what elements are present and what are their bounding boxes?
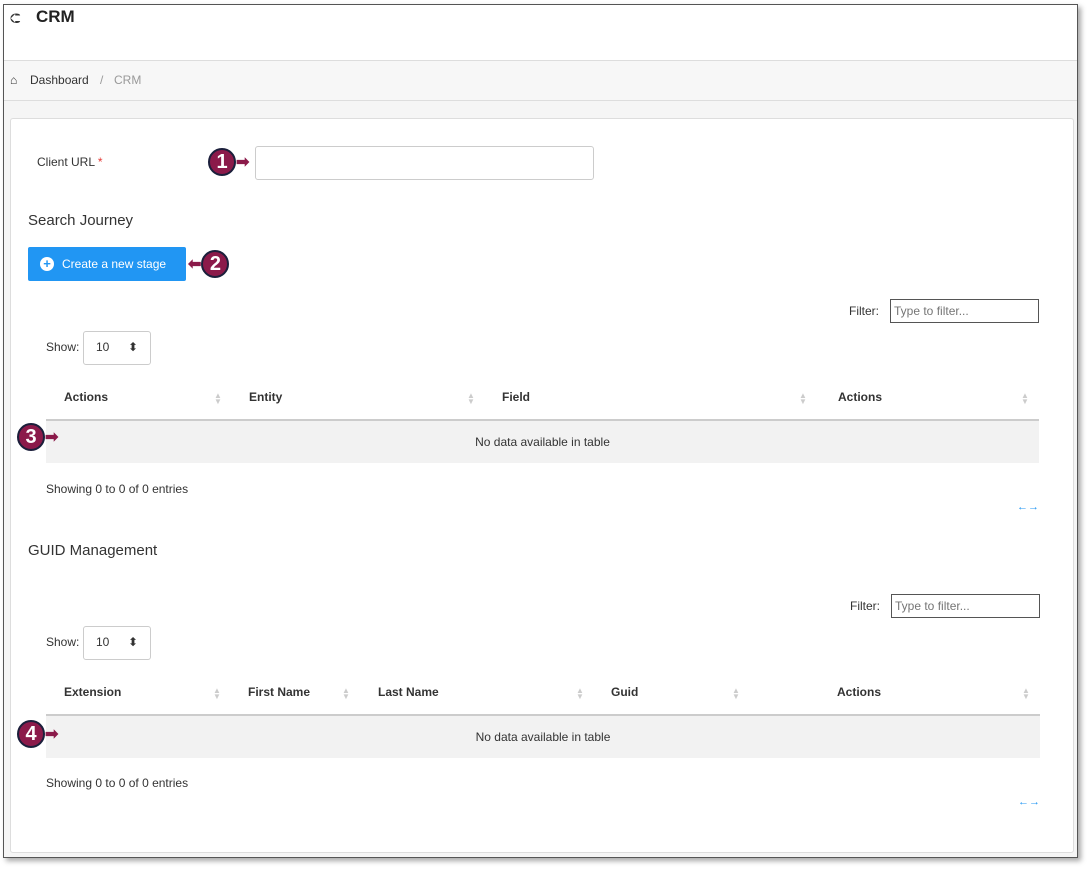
show-label: Show:	[46, 635, 80, 649]
empty-table-row: No data available in table	[46, 421, 1039, 463]
guid-table-header: Extension ▲ ▼ First Name ▲ ▼ Last Name ▲ ▼ …	[46, 676, 1040, 714]
filter-label: Filter:	[849, 304, 879, 318]
search-journey-table-header: Actions ▲ ▼ Entity ▲ ▼ Field ▲ ▼ Actions ▲ ▼	[46, 381, 1039, 419]
app-window: ⮈ CRM ⌂ Dashboard / CRM Client URL * Sea…	[3, 4, 1078, 858]
search-journey-filter-input[interactable]	[890, 299, 1039, 323]
column-header[interactable]: Extension	[64, 685, 121, 699]
guid-page-size-select[interactable]: 10 ⬍	[83, 626, 151, 660]
sort-icon[interactable]: ▲ ▼	[1022, 687, 1030, 701]
column-header[interactable]: Actions	[64, 390, 108, 404]
arrow-right-icon: ➡	[236, 154, 250, 171]
guid-management-title: GUID Management	[28, 542, 158, 559]
callout-2: ⬅ 2	[188, 250, 230, 278]
home-icon: ⌂	[10, 73, 18, 87]
callout-4: 4 ➡	[17, 720, 58, 748]
arrow-left-icon: ⬅	[188, 256, 202, 273]
pagination-arrows[interactable]: ←→	[1017, 501, 1039, 513]
column-header[interactable]: Last Name	[378, 685, 439, 699]
sort-icon[interactable]: ▲ ▼	[342, 687, 350, 701]
plus-circle-icon: +	[40, 257, 54, 271]
client-url-label: Client URL *	[37, 155, 103, 169]
arrow-right-icon: ➡	[45, 726, 59, 743]
callout-badge: 4	[17, 720, 45, 748]
sort-icon[interactable]: ▲ ▼	[214, 392, 222, 406]
arrow-right-icon: ➡	[45, 429, 59, 446]
content-card: Client URL * Search Journey + Create a ne…	[10, 118, 1074, 853]
table-info: Showing 0 to 0 of 0 entries	[46, 776, 189, 790]
page-title: CRM	[36, 7, 75, 26]
column-header[interactable]: Actions	[837, 685, 881, 699]
column-header[interactable]: Actions	[838, 390, 882, 404]
pagination-arrows[interactable]: ←→	[1018, 796, 1040, 808]
sort-icon[interactable]: ▲ ▼	[576, 687, 584, 701]
create-stage-label: Create a new stage	[62, 257, 167, 271]
search-journey-page-size-select[interactable]: 10 ⬍	[83, 331, 151, 365]
callout-badge: 2	[201, 250, 230, 278]
search-journey-title: Search Journey	[28, 212, 134, 229]
filter-label: Filter:	[850, 599, 880, 613]
sort-icon[interactable]: ▲ ▼	[213, 687, 221, 701]
callout-badge: 1	[208, 148, 236, 176]
sort-icon[interactable]: ▲ ▼	[799, 392, 807, 406]
client-url-input[interactable]	[255, 146, 594, 180]
column-header[interactable]: First Name	[248, 685, 310, 699]
empty-table-row: No data available in table	[46, 716, 1040, 758]
sort-icon[interactable]: ▲ ▼	[732, 687, 740, 701]
callout-badge: 3	[17, 423, 45, 451]
back-arrow-icon[interactable]: ⮈	[10, 10, 21, 27]
page-size-value: 10	[96, 340, 110, 354]
callout-1: 1 ➡	[208, 148, 249, 176]
page-size-value: 10	[96, 635, 110, 649]
sort-caret-icon: ⬍	[127, 340, 138, 354]
sort-caret-icon: ⬍	[127, 635, 138, 649]
table-info: Showing 0 to 0 of 0 entries	[46, 482, 189, 496]
breadcrumb: ⌂ Dashboard / CRM	[4, 61, 1077, 101]
page-header: ⮈ CRM	[4, 5, 1077, 61]
sort-icon[interactable]: ▲ ▼	[467, 392, 475, 406]
callout-3: 3 ➡	[17, 423, 58, 451]
show-label: Show:	[46, 340, 80, 354]
breadcrumb-separator: /	[100, 73, 104, 87]
create-stage-button[interactable]: + Create a new stage	[28, 247, 186, 281]
breadcrumb-dashboard[interactable]: Dashboard	[30, 73, 89, 87]
guid-filter-input[interactable]	[891, 594, 1040, 618]
column-header[interactable]: Entity	[249, 390, 282, 404]
column-header[interactable]: Guid	[611, 685, 638, 699]
breadcrumb-current: CRM	[114, 73, 142, 87]
column-header[interactable]: Field	[502, 390, 530, 404]
sort-icon[interactable]: ▲ ▼	[1021, 392, 1029, 406]
